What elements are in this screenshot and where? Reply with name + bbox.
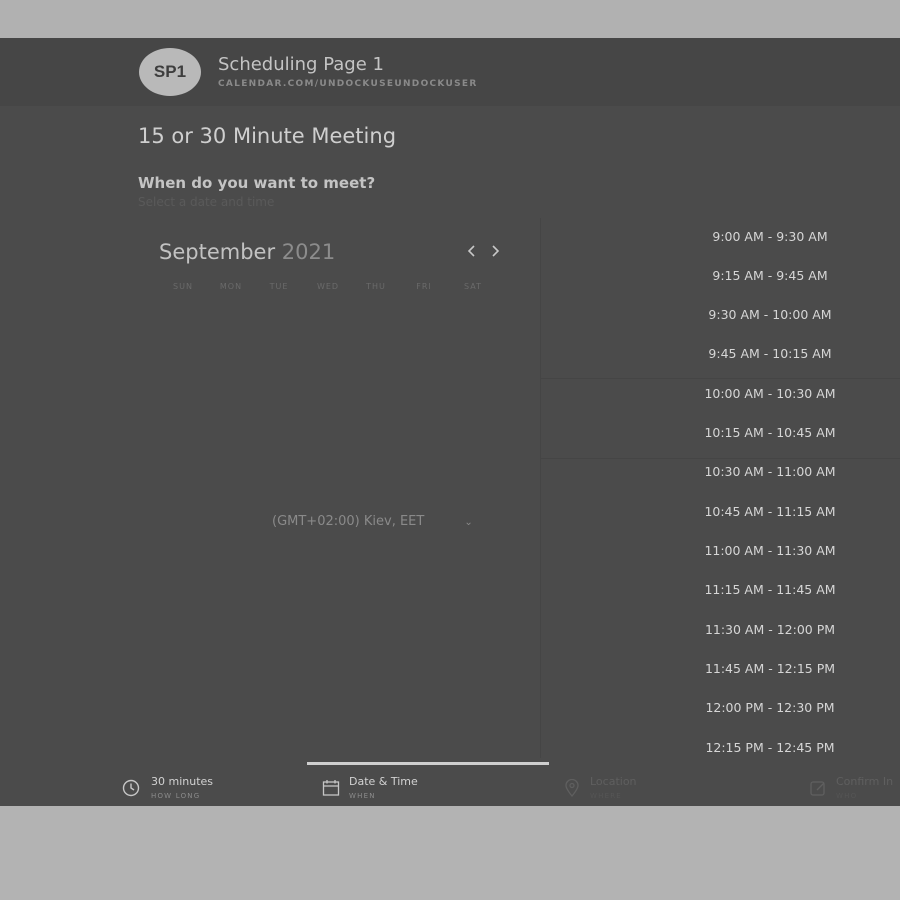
tab-date-time-sub: WHEN [349, 792, 376, 800]
time-slot[interactable]: 9:15 AM - 9:45 AM [690, 268, 850, 283]
next-month-button[interactable] [486, 242, 504, 260]
calendar-icon [321, 778, 341, 798]
calendar-divider [540, 218, 541, 758]
scheduling-page-url[interactable]: CALENDAR.COM/UNDOCKUSEUNDOCKUSER [218, 79, 478, 89]
time-slot[interactable]: 10:15 AM - 10:45 AM [690, 425, 850, 440]
time-slot[interactable]: 9:30 AM - 10:00 AM [690, 307, 850, 322]
edit-icon [808, 778, 828, 798]
weekday-thu: THU [366, 282, 386, 291]
weekday-header: SUN MON TUE WED THU FRI SAT [159, 282, 499, 294]
time-slot[interactable]: 9:45 AM - 10:15 AM [690, 346, 850, 361]
calendar-month: September [159, 240, 276, 264]
tab-confirm[interactable]: Confirm In WHO [808, 774, 900, 804]
tab-date-time[interactable]: Date & Time WHEN [321, 774, 471, 804]
active-tab-indicator [307, 762, 549, 765]
clock-icon [121, 778, 141, 798]
tab-location-sub: WHERE [590, 792, 622, 800]
time-slot[interactable]: 10:45 AM - 11:15 AM [690, 504, 850, 519]
chevron-down-icon: ⌄ [464, 517, 473, 528]
weekday-sat: SAT [464, 282, 482, 291]
time-slot[interactable]: 11:30 AM - 12:00 PM [690, 622, 850, 637]
weekday-fri: FRI [416, 282, 432, 291]
tab-duration-label: 30 minutes [151, 775, 214, 788]
timezone-label: (GMT+02:00) Kiev, EET [272, 514, 425, 529]
when-question: When do you want to meet? [138, 174, 376, 192]
page-header: SP1 Scheduling Page 1 CALENDAR.COM/UNDOC… [0, 38, 900, 106]
weekday-wed: WED [316, 282, 340, 291]
calendar-month-label: September 2021 [159, 240, 335, 264]
time-slot[interactable]: 10:00 AM - 10:30 AM [690, 386, 850, 401]
tab-duration[interactable]: 30 minutes HOW LONG [121, 774, 271, 804]
avatar: SP1 [139, 48, 201, 96]
weekday-mon: MON [219, 282, 243, 291]
time-slot[interactable]: 12:15 PM - 12:45 PM [690, 740, 850, 755]
weekday-sun: SUN [173, 282, 193, 291]
time-slot[interactable]: 10:30 AM - 11:00 AM [690, 464, 850, 479]
step-navigation: 30 minutes HOW LONG Date & Time WHEN Loc… [0, 760, 900, 806]
scheduling-page-name: Scheduling Page 1 [218, 54, 384, 75]
weekday-tue: TUE [269, 282, 289, 291]
time-slot[interactable]: 11:15 AM - 11:45 AM [690, 582, 850, 597]
scheduling-modal: SP1 Scheduling Page 1 CALENDAR.COM/UNDOC… [0, 38, 900, 806]
tab-confirm-sub: WHO [836, 792, 858, 800]
time-slot[interactable]: 11:00 AM - 11:30 AM [690, 543, 850, 558]
chevron-right-icon [490, 242, 500, 261]
backdrop-bottom [0, 806, 900, 900]
meeting-title: 15 or 30 Minute Meeting [138, 124, 397, 148]
time-slot[interactable]: 9:00 AM - 9:30 AM [690, 229, 850, 244]
calendar-year: 2021 [281, 240, 336, 264]
tab-date-time-label: Date & Time [349, 775, 418, 788]
location-pin-icon [562, 778, 582, 798]
tab-duration-sub: HOW LONG [151, 792, 201, 800]
timezone-selector[interactable]: (GMT+02:00) Kiev, EET ⌄ [272, 514, 473, 529]
prev-month-button[interactable] [463, 242, 481, 260]
date-time-subtitle: Select a date and time [138, 195, 275, 209]
time-slot[interactable]: 12:00 PM - 12:30 PM [690, 700, 850, 715]
tab-location[interactable]: Location WHERE [562, 774, 712, 804]
tab-confirm-label: Confirm In [836, 775, 894, 788]
time-slot[interactable]: 11:45 AM - 12:15 PM [690, 661, 850, 676]
chevron-left-icon [467, 242, 477, 261]
panel-divider [540, 458, 900, 459]
tab-location-label: Location [590, 775, 637, 788]
panel-divider [540, 378, 900, 379]
